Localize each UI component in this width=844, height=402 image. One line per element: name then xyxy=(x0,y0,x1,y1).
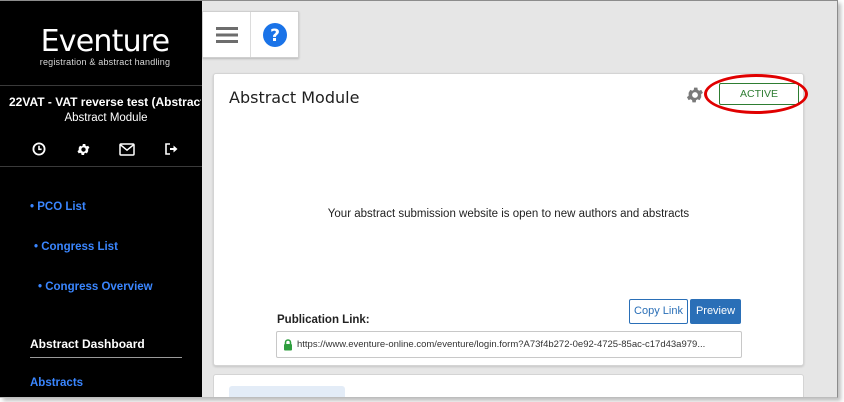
tab-active[interactable] xyxy=(229,386,345,397)
sidebar: Eventure registration & abstract handlin… xyxy=(0,1,202,397)
clock-icon[interactable] xyxy=(30,140,48,158)
abstract-module-card: Abstract Module ACTIVE Your abstract sub… xyxy=(213,73,808,366)
envelope-icon[interactable] xyxy=(118,140,136,158)
module-settings-button[interactable] xyxy=(685,85,705,110)
logo-text: Eventure xyxy=(40,24,171,59)
submission-notice: Your abstract submission website is open… xyxy=(327,208,690,220)
sidebar-divider xyxy=(0,85,202,86)
publication-link-label: Publication Link: xyxy=(277,314,370,326)
module-name: Abstract Module xyxy=(64,112,148,124)
help-icon: ? xyxy=(263,22,287,47)
secondary-card xyxy=(213,374,804,397)
menu-toggle-button[interactable] xyxy=(203,12,250,57)
top-toolbar: ? xyxy=(202,11,299,58)
app-window: Eventure registration & abstract handlin… xyxy=(0,0,838,398)
nav-link-congress-list[interactable]: • Congress List xyxy=(34,241,118,253)
copy-link-button[interactable]: Copy Link xyxy=(629,299,688,324)
nav-link-pco-list[interactable]: • PCO List xyxy=(30,201,86,213)
svg-text:?: ? xyxy=(270,26,280,46)
publication-link-field[interactable]: https://www.eventure-online.com/eventure… xyxy=(276,331,742,358)
section-heading-abstract-dashboard: Abstract Dashboard xyxy=(30,337,145,351)
sidebar-divider xyxy=(0,166,202,167)
nav-link-congress-overview[interactable]: • Congress Overview xyxy=(38,281,153,293)
logo-tagline: registration & abstract handling xyxy=(39,57,171,67)
help-button[interactable]: ? xyxy=(251,12,299,57)
publication-url: https://www.eventure-online.com/eventure… xyxy=(297,339,706,350)
section-underline xyxy=(30,357,182,358)
congress-title: 22VAT - VAT reverse test (Abstract... xyxy=(9,95,201,109)
active-status-button[interactable]: ACTIVE xyxy=(719,83,799,105)
preview-button[interactable]: Preview xyxy=(690,299,741,324)
gear-icon xyxy=(686,87,703,103)
card-title: Abstract Module xyxy=(229,88,360,107)
logo[interactable]: Eventure registration & abstract handlin… xyxy=(0,24,210,68)
gear-icon[interactable] xyxy=(74,140,92,158)
nav-link-abstracts[interactable]: Abstracts xyxy=(30,377,83,389)
sidebar-icon-row xyxy=(30,140,180,158)
logout-icon[interactable] xyxy=(162,140,180,158)
lock-icon xyxy=(284,338,292,350)
hamburger-icon xyxy=(215,26,238,43)
